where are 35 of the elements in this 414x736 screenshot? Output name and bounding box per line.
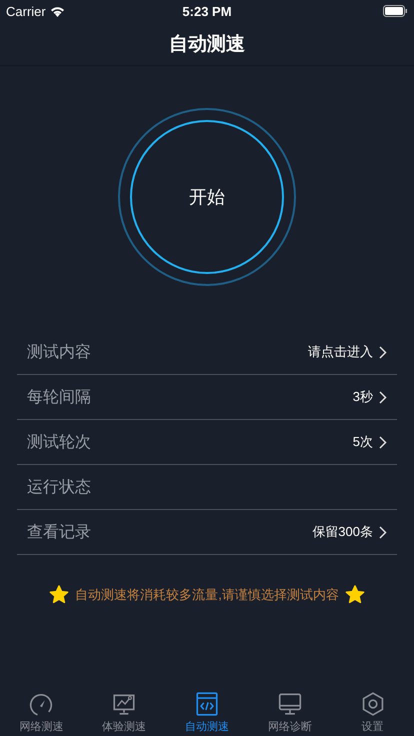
row-label: 测试内容 [27, 342, 91, 362]
tab-item[interactable]: 网络测速 [0, 684, 83, 734]
settings-row[interactable]: 测试内容 请点击进入 [17, 330, 397, 375]
settings-row[interactable]: 查看记录 保留300条 [17, 510, 397, 555]
chevron-icon [379, 436, 387, 448]
tab-item[interactable]: 体验测速 [82, 684, 166, 734]
gauge-icon [28, 691, 54, 717]
chevron-icon [379, 346, 387, 358]
nav-title: 自动测速 [169, 32, 245, 56]
chevron-icon [379, 526, 387, 538]
row-label: 运行状态 [27, 478, 91, 498]
row-label: 每轮间隔 [27, 388, 91, 408]
settings-row[interactable]: 测试轮次 5次 [17, 420, 397, 465]
battery-icon [383, 5, 408, 17]
row-value: 保留300条 [312, 523, 373, 541]
status-time: 5:23 PM [182, 4, 232, 18]
settings-row[interactable]: 每轮间隔 3秒 [17, 375, 397, 420]
monitor-icon [276, 691, 303, 717]
wifi-icon [50, 6, 65, 16]
code-window-icon [194, 691, 220, 717]
tab-item[interactable]: 设置 [331, 684, 414, 734]
tab-item[interactable]: 自动测速 [166, 684, 248, 734]
star-icon [49, 585, 70, 604]
tab-item[interactable]: 网络诊断 [248, 684, 332, 734]
carrier-label: Carrier [6, 4, 46, 18]
notice-text: 自动测速将消耗较多流量,请谨慎选择测试内容 [75, 586, 339, 604]
row-label: 查看记录 [27, 522, 91, 542]
star-icon [344, 585, 365, 604]
row-value: 3秒 [352, 388, 373, 406]
row-label: 测试轮次 [27, 432, 91, 452]
settings-row[interactable]: 运行状态 [17, 465, 397, 510]
chevron-icon [379, 390, 387, 404]
start-button[interactable]: 开始 [130, 120, 284, 274]
row-value: 5次 [352, 433, 373, 451]
row-value: 请点击进入 [308, 343, 373, 361]
